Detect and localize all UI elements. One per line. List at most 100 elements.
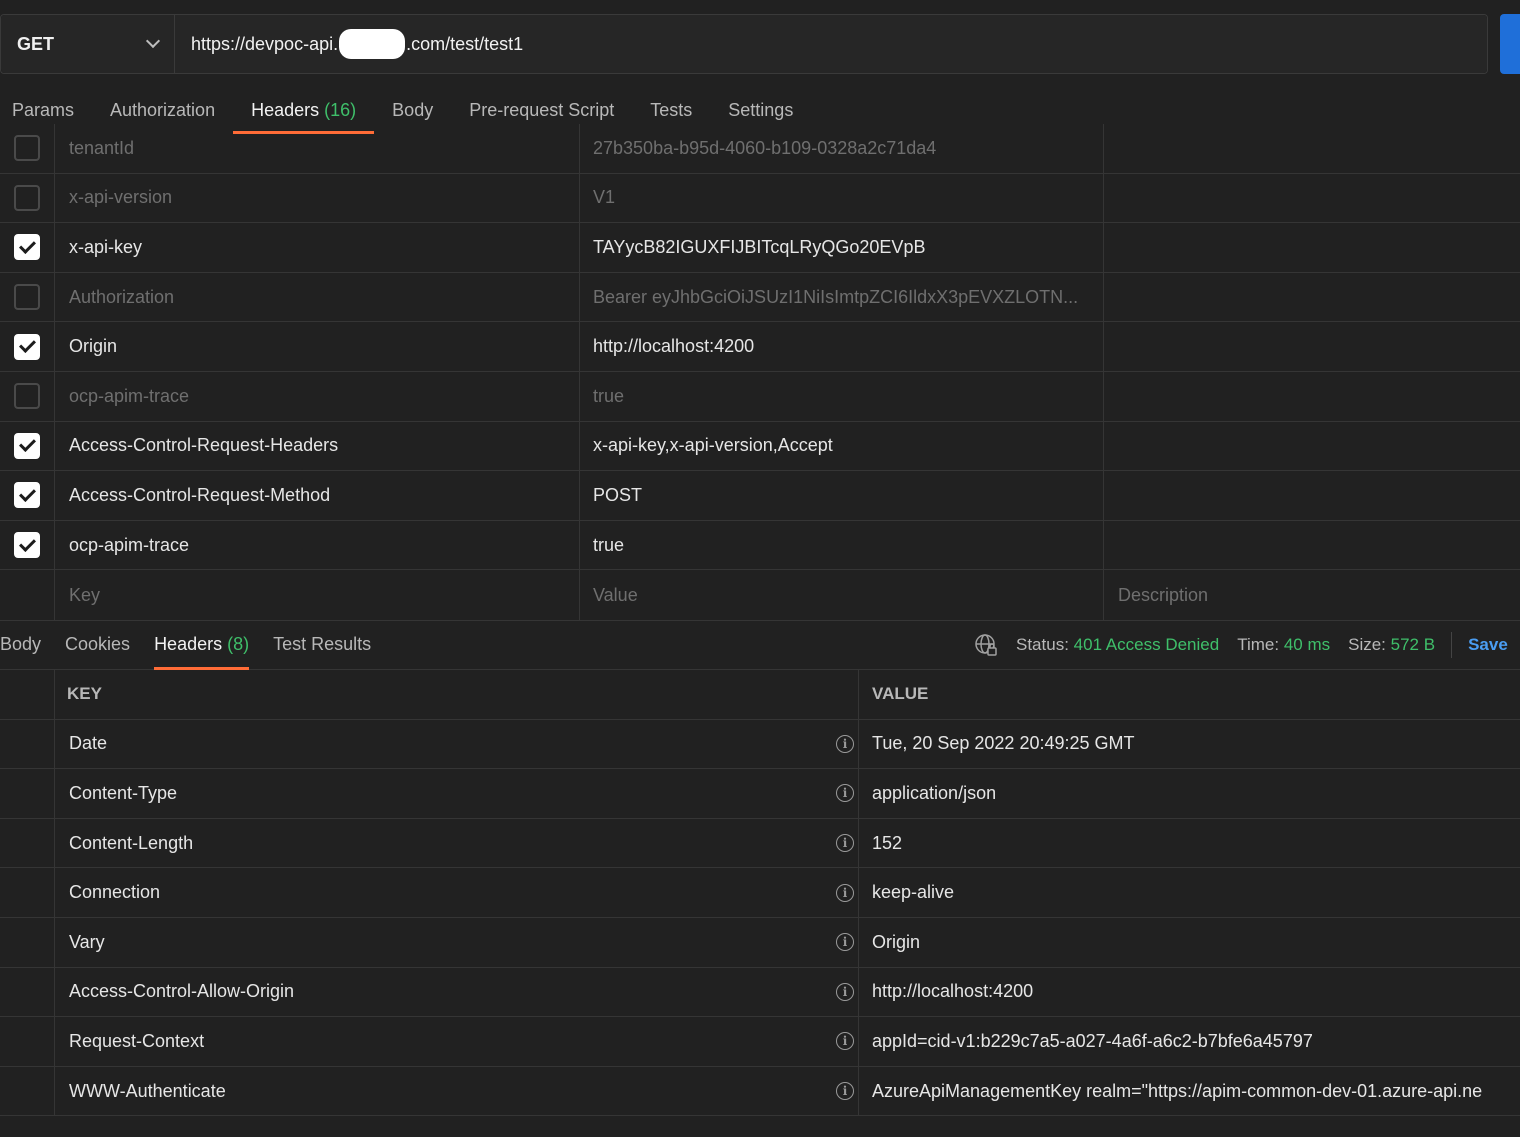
header-value-cell[interactable]: Bearer eyJhbGciOiJSUzI1NiIsImtpZCI6IldxX… (580, 272, 1104, 322)
row-gutter (0, 769, 55, 818)
response-headers-table: KEY VALUE Date i Tue, 20 Sep 2022 20:49:25… (0, 670, 1520, 1117)
header-value-cell[interactable]: x-api-key,x-api-version,Accept (580, 421, 1104, 471)
url-suffix: .com/test/test1 (406, 33, 524, 54)
table-row: Origin http://localhost:4200 (0, 322, 1520, 372)
header-value-cell[interactable]: TAYycB82IGUXFIJBITcqLRyQGo20EVpB (580, 223, 1104, 272)
header-key-cell[interactable]: Authorization (55, 272, 580, 322)
key-text: Vary (69, 931, 105, 952)
response-bar: Body Cookies Headers (8) Test Results Statu… (0, 620, 1520, 670)
row-checkbox-cell (0, 371, 55, 421)
response-status: Status: 401 Access Denied Time: 40 ms Si… (974, 621, 1508, 669)
row-checkbox-cell (0, 124, 55, 173)
header-description-cell[interactable] (1104, 521, 1520, 570)
header-value-cell[interactable]: http://localhost:4200 (580, 322, 1104, 371)
header-value-cell[interactable]: POST (580, 471, 1104, 520)
key-text: Access-Control-Allow-Origin (69, 981, 295, 1002)
header-description-cell[interactable] (1104, 223, 1520, 272)
url-input[interactable]: https://devpoc-api. .com/test/test1 (175, 15, 1487, 73)
response-header-key: Connection i (55, 868, 859, 917)
info-icon[interactable]: i (836, 734, 854, 753)
response-header-value: Tue, 20 Sep 2022 20:49:25 GMT (872, 733, 1135, 754)
header-key-cell[interactable]: x-api-key (55, 223, 580, 272)
enable-checkbox[interactable] (14, 284, 40, 311)
enable-checkbox[interactable] (14, 333, 40, 360)
header-description-cell[interactable] (1104, 273, 1520, 322)
info-icon[interactable]: i (836, 834, 854, 853)
row-checkbox-cell (0, 421, 55, 471)
status-value[interactable]: 401 Access Denied (1074, 635, 1220, 655)
key-text: Content-Type (69, 782, 178, 803)
size-label: Size: (1348, 635, 1386, 654)
header-value-cell[interactable]: 27b350ba-b95d-4060-b109-0328a2c71da4 (580, 124, 1104, 173)
response-tab-cookies[interactable]: Cookies (53, 620, 142, 670)
new-key-input[interactable]: Key (55, 570, 580, 620)
enable-checkbox[interactable] (14, 184, 40, 211)
status-label: Status: (1016, 635, 1069, 654)
info-icon[interactable]: i (836, 883, 854, 902)
row-checkbox-cell (0, 272, 55, 322)
tab-label: Tests (650, 100, 693, 120)
row-gutter (0, 1017, 55, 1066)
info-icon[interactable]: i (836, 784, 854, 803)
header-value-cell[interactable]: V1 (580, 173, 1104, 223)
header-description-cell[interactable] (1104, 174, 1520, 223)
info-icon[interactable]: i (836, 982, 854, 1001)
table-row: ocp-apim-trace true (0, 520, 1520, 571)
table-row: Access-Control-Request-Headers x-api-key,… (0, 421, 1520, 472)
response-tab-test-results[interactable]: Test Results (261, 620, 383, 670)
enable-checkbox[interactable] (14, 234, 40, 261)
send-button[interactable] (1500, 14, 1520, 74)
row-checkbox-cell (0, 322, 55, 371)
time-value[interactable]: 40 ms (1284, 635, 1330, 655)
header-key-cell[interactable]: ocp-apim-trace (55, 520, 580, 570)
response-header-value: AzureApiManagementKey realm="https://api… (872, 1080, 1483, 1101)
header-value-cell[interactable]: true (580, 371, 1104, 421)
header-key-cell[interactable]: Access-Control-Request-Method (55, 471, 580, 520)
tab-label: Settings (728, 100, 794, 120)
enable-checkbox[interactable] (14, 532, 40, 559)
save-response-button[interactable]: Save (1468, 635, 1508, 655)
response-tab-headers[interactable]: Headers (8) (142, 620, 261, 670)
response-header-key: WWW-Authenticate i (55, 1066, 859, 1116)
response-header-value: http://localhost:4200 (872, 981, 1034, 1002)
header-key-cell[interactable]: Origin (55, 322, 580, 371)
tab-label: Test Results (273, 634, 372, 654)
tab-label: Params (12, 100, 75, 120)
info-icon[interactable]: i (836, 1082, 854, 1101)
header-description-cell[interactable] (1104, 471, 1520, 520)
response-header-value: Origin (872, 931, 921, 952)
info-icon[interactable]: i (836, 933, 854, 952)
header-description-cell[interactable] (1104, 124, 1520, 173)
row-checkbox-cell (0, 173, 55, 223)
response-tab-body[interactable]: Body (0, 620, 53, 670)
response-header-value: 152 (872, 832, 903, 853)
header-key-cell[interactable]: tenantId (55, 124, 580, 173)
tab-label: Cookies (65, 634, 131, 654)
tab-count-badge: (16) (324, 100, 357, 120)
header-description-cell[interactable] (1104, 372, 1520, 421)
size-value[interactable]: 572 B (1391, 635, 1435, 655)
enable-checkbox[interactable] (14, 432, 40, 459)
info-icon[interactable]: i (836, 1032, 854, 1051)
header-key-cell[interactable]: x-api-version (55, 173, 580, 223)
time-label: Time: (1237, 635, 1280, 654)
header-description-cell[interactable] (1104, 422, 1520, 471)
enable-checkbox[interactable] (14, 135, 40, 162)
header-key-cell[interactable]: Access-Control-Request-Headers (55, 421, 580, 471)
new-value-input[interactable]: Value (580, 570, 1104, 620)
chevron-down-icon (145, 33, 161, 49)
row-gutter (0, 1066, 55, 1116)
enable-checkbox[interactable] (14, 383, 40, 410)
header-key-cell[interactable]: ocp-apim-trace (55, 371, 580, 421)
enable-checkbox[interactable] (14, 482, 40, 509)
header-description-cell[interactable] (1104, 322, 1520, 371)
tab-label: Pre-request Script (469, 100, 615, 120)
header-value-cell[interactable]: true (580, 520, 1104, 570)
method-select[interactable]: GET (1, 15, 175, 73)
response-header-key: Access-Control-Allow-Origin i (55, 967, 859, 1017)
tab-label: Body (0, 634, 42, 654)
table-row: Access-Control-Request-Method POST (0, 471, 1520, 521)
new-description-input[interactable]: Description (1104, 570, 1520, 620)
globe-lock-icon[interactable] (974, 633, 998, 657)
table-row: Content-Length i 152 (0, 818, 1520, 869)
